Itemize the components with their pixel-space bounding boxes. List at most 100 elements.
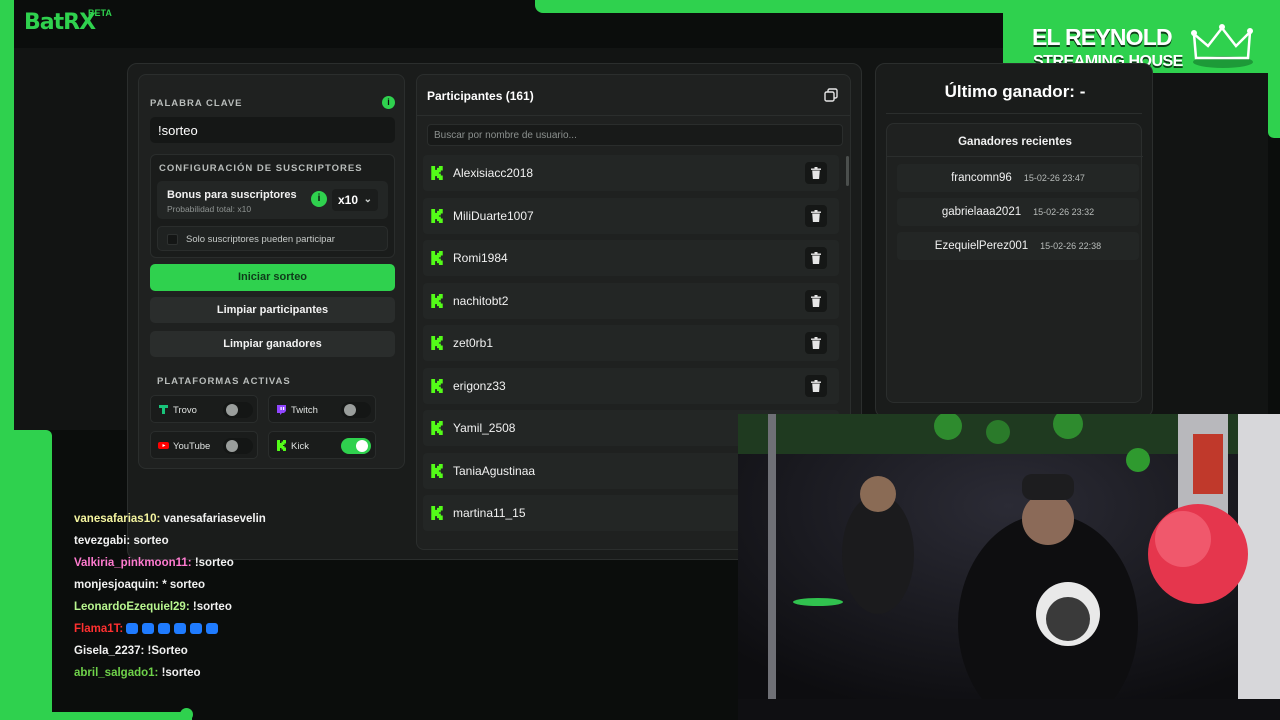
winner-date: 15-02-26 23:47: [1023, 173, 1085, 183]
recent-winners-title: Ganadores recientes: [958, 136, 1072, 148]
trash-icon: [811, 379, 821, 392]
platform-name: YouTube: [173, 441, 211, 452]
chat-text: !Sorteo: [147, 645, 188, 657]
trash-icon: [811, 337, 821, 349]
webcam-feed: [738, 414, 1280, 720]
chat-text: * sorteo: [162, 579, 206, 591]
chat-message: LeonardoEzequiel29: !sorteo: [74, 601, 354, 623]
participant-name: martina11_15: [453, 506, 526, 520]
subscriber-bonus-row: Bonus para suscriptores Probabilidad tot…: [157, 181, 388, 219]
participant-name: Alexisiacc2018: [453, 166, 534, 180]
subscriber-settings: CONFIGURACIÓN DE SUSCRIPTORES Bonus para…: [150, 154, 395, 258]
chat-message: Flama1T:: [74, 623, 354, 645]
overlay-right-bar: [1268, 13, 1280, 138]
chat-message: vanesafarias10: vanesafariasevelin: [74, 513, 354, 535]
overlay-dot: [180, 708, 193, 720]
participant-name: Romi1984: [453, 251, 508, 265]
chat-message: monjesjoaquin: * sorteo: [74, 579, 354, 601]
winner-name: francomn96: [951, 172, 1012, 184]
chat-username: monjesjoaquin:: [74, 579, 159, 591]
chevron-down-icon: ⌄: [363, 194, 372, 205]
multiplier-value: x10: [338, 193, 359, 207]
multiplier-select[interactable]: x10 ⌄: [332, 189, 378, 211]
participants-scrollbar[interactable]: [846, 156, 849, 186]
overlay-top-bar: [535, 0, 1280, 13]
kick-icon: [431, 463, 443, 478]
chat-message: Gisela_2237: !Sorteo: [74, 645, 354, 667]
twitch-toggle[interactable]: [341, 402, 371, 418]
chat-text: !sorteo: [161, 667, 201, 679]
youtube-toggle[interactable]: [223, 438, 253, 454]
winners-panel: Último ganador: - Ganadores recientes fr…: [875, 63, 1153, 418]
remove-participant-button[interactable]: [805, 204, 827, 227]
beta-badge: BETA: [88, 8, 112, 18]
kick-icon: [431, 166, 443, 180]
chat-text: !sorteo: [194, 557, 234, 569]
participant-name: TaniaAgustinaa: [453, 463, 536, 478]
kick-icon: [431, 293, 443, 308]
remove-participant-button[interactable]: [805, 289, 827, 312]
trovo-toggle[interactable]: [223, 402, 253, 418]
platforms-label: PLATAFORMAS ACTIVAS: [157, 376, 291, 387]
logo-text: BatRX: [24, 10, 96, 35]
chat-overlay: vanesafarias10: vanesafariasevelin tevezg…: [74, 513, 354, 689]
overlay-left-lower: [0, 430, 52, 720]
keyword-label: PALABRA CLAVE: [150, 98, 243, 109]
clear-winners-button[interactable]: Limpiar ganadores: [150, 331, 395, 357]
chat-message: tevezgabi: sorteo: [74, 535, 354, 557]
remove-participant-button[interactable]: [805, 162, 827, 184]
info-icon[interactable]: i: [382, 96, 395, 109]
trash-icon: [811, 294, 821, 307]
subscribers-only-label: Solo suscriptores pueden participar: [186, 234, 335, 245]
bonus-title: Bonus para suscriptores: [167, 189, 297, 201]
chat-username: Flama1T:: [74, 623, 124, 635]
copy-icon[interactable]: [824, 88, 838, 102]
participants-title: Participantes (161): [427, 89, 534, 103]
participant-row: nachitobt2: [423, 282, 839, 319]
subscriber-settings-label: CONFIGURACIÓN DE SUSCRIPTORES: [159, 163, 363, 174]
emote-icon: [142, 623, 155, 635]
app-logo: BatRX BETA: [24, 8, 112, 40]
subscribers-only-checkbox[interactable]: [167, 234, 178, 245]
chat-text: !sorteo: [192, 601, 232, 613]
remove-participant-button[interactable]: [805, 332, 827, 354]
chat-username: LeonardoEzequiel29:: [74, 601, 190, 613]
kick-icon: [431, 506, 443, 520]
kick-icon: [431, 378, 443, 393]
subscribers-only-option[interactable]: Solo suscriptores pueden participar: [157, 226, 388, 251]
platform-name: Trovo: [173, 405, 197, 416]
divider: [886, 113, 1142, 114]
winner-date: 15-02-26 22:38: [1040, 241, 1102, 251]
chat-username: abril_salgado1:: [74, 667, 159, 679]
trash-icon: [811, 167, 821, 179]
trash-icon: [811, 252, 821, 264]
keyword-input[interactable]: [150, 117, 395, 143]
participant-search-input[interactable]: [427, 124, 843, 146]
remove-participant-button[interactable]: [805, 247, 827, 269]
chat-username: Valkiria_pinkmoon11:: [74, 557, 192, 569]
chat-username: tevezgabi:: [74, 535, 131, 547]
participant-row: erigonz33: [423, 367, 839, 404]
twitch-icon: [277, 405, 286, 415]
start-raffle-button[interactable]: Iniciar sorteo: [150, 264, 395, 291]
recent-winner-row: EzequielPerez001 15-02-26 22:38: [897, 232, 1139, 260]
chat-username: vanesafarias10:: [74, 513, 161, 525]
emote-icon: [158, 623, 171, 635]
chat-message: abril_salgado1: !sorteo: [74, 667, 354, 689]
winner-name: gabrielaaa2021: [941, 206, 1022, 218]
participant-row: Alexisiacc2018: [423, 155, 839, 191]
platform-kick: Kick: [268, 431, 376, 459]
bonus-info-icon[interactable]: i: [311, 191, 327, 207]
kick-icon: [431, 208, 443, 223]
remove-participant-button[interactable]: [805, 374, 827, 397]
kick-icon: [431, 421, 443, 435]
platform-twitch: Twitch: [268, 395, 376, 423]
winner-date: 15-02-26 23:32: [1033, 207, 1095, 217]
clear-participants-button[interactable]: Limpiar participantes: [150, 297, 395, 323]
kick-toggle[interactable]: [341, 438, 371, 454]
crown-icon: [1191, 24, 1253, 68]
chat-text: sorteo: [133, 535, 169, 547]
trovo-icon: [159, 405, 168, 414]
platform-youtube: YouTube: [150, 431, 258, 459]
bonus-probability: Probabilidad total: x10: [167, 204, 252, 214]
